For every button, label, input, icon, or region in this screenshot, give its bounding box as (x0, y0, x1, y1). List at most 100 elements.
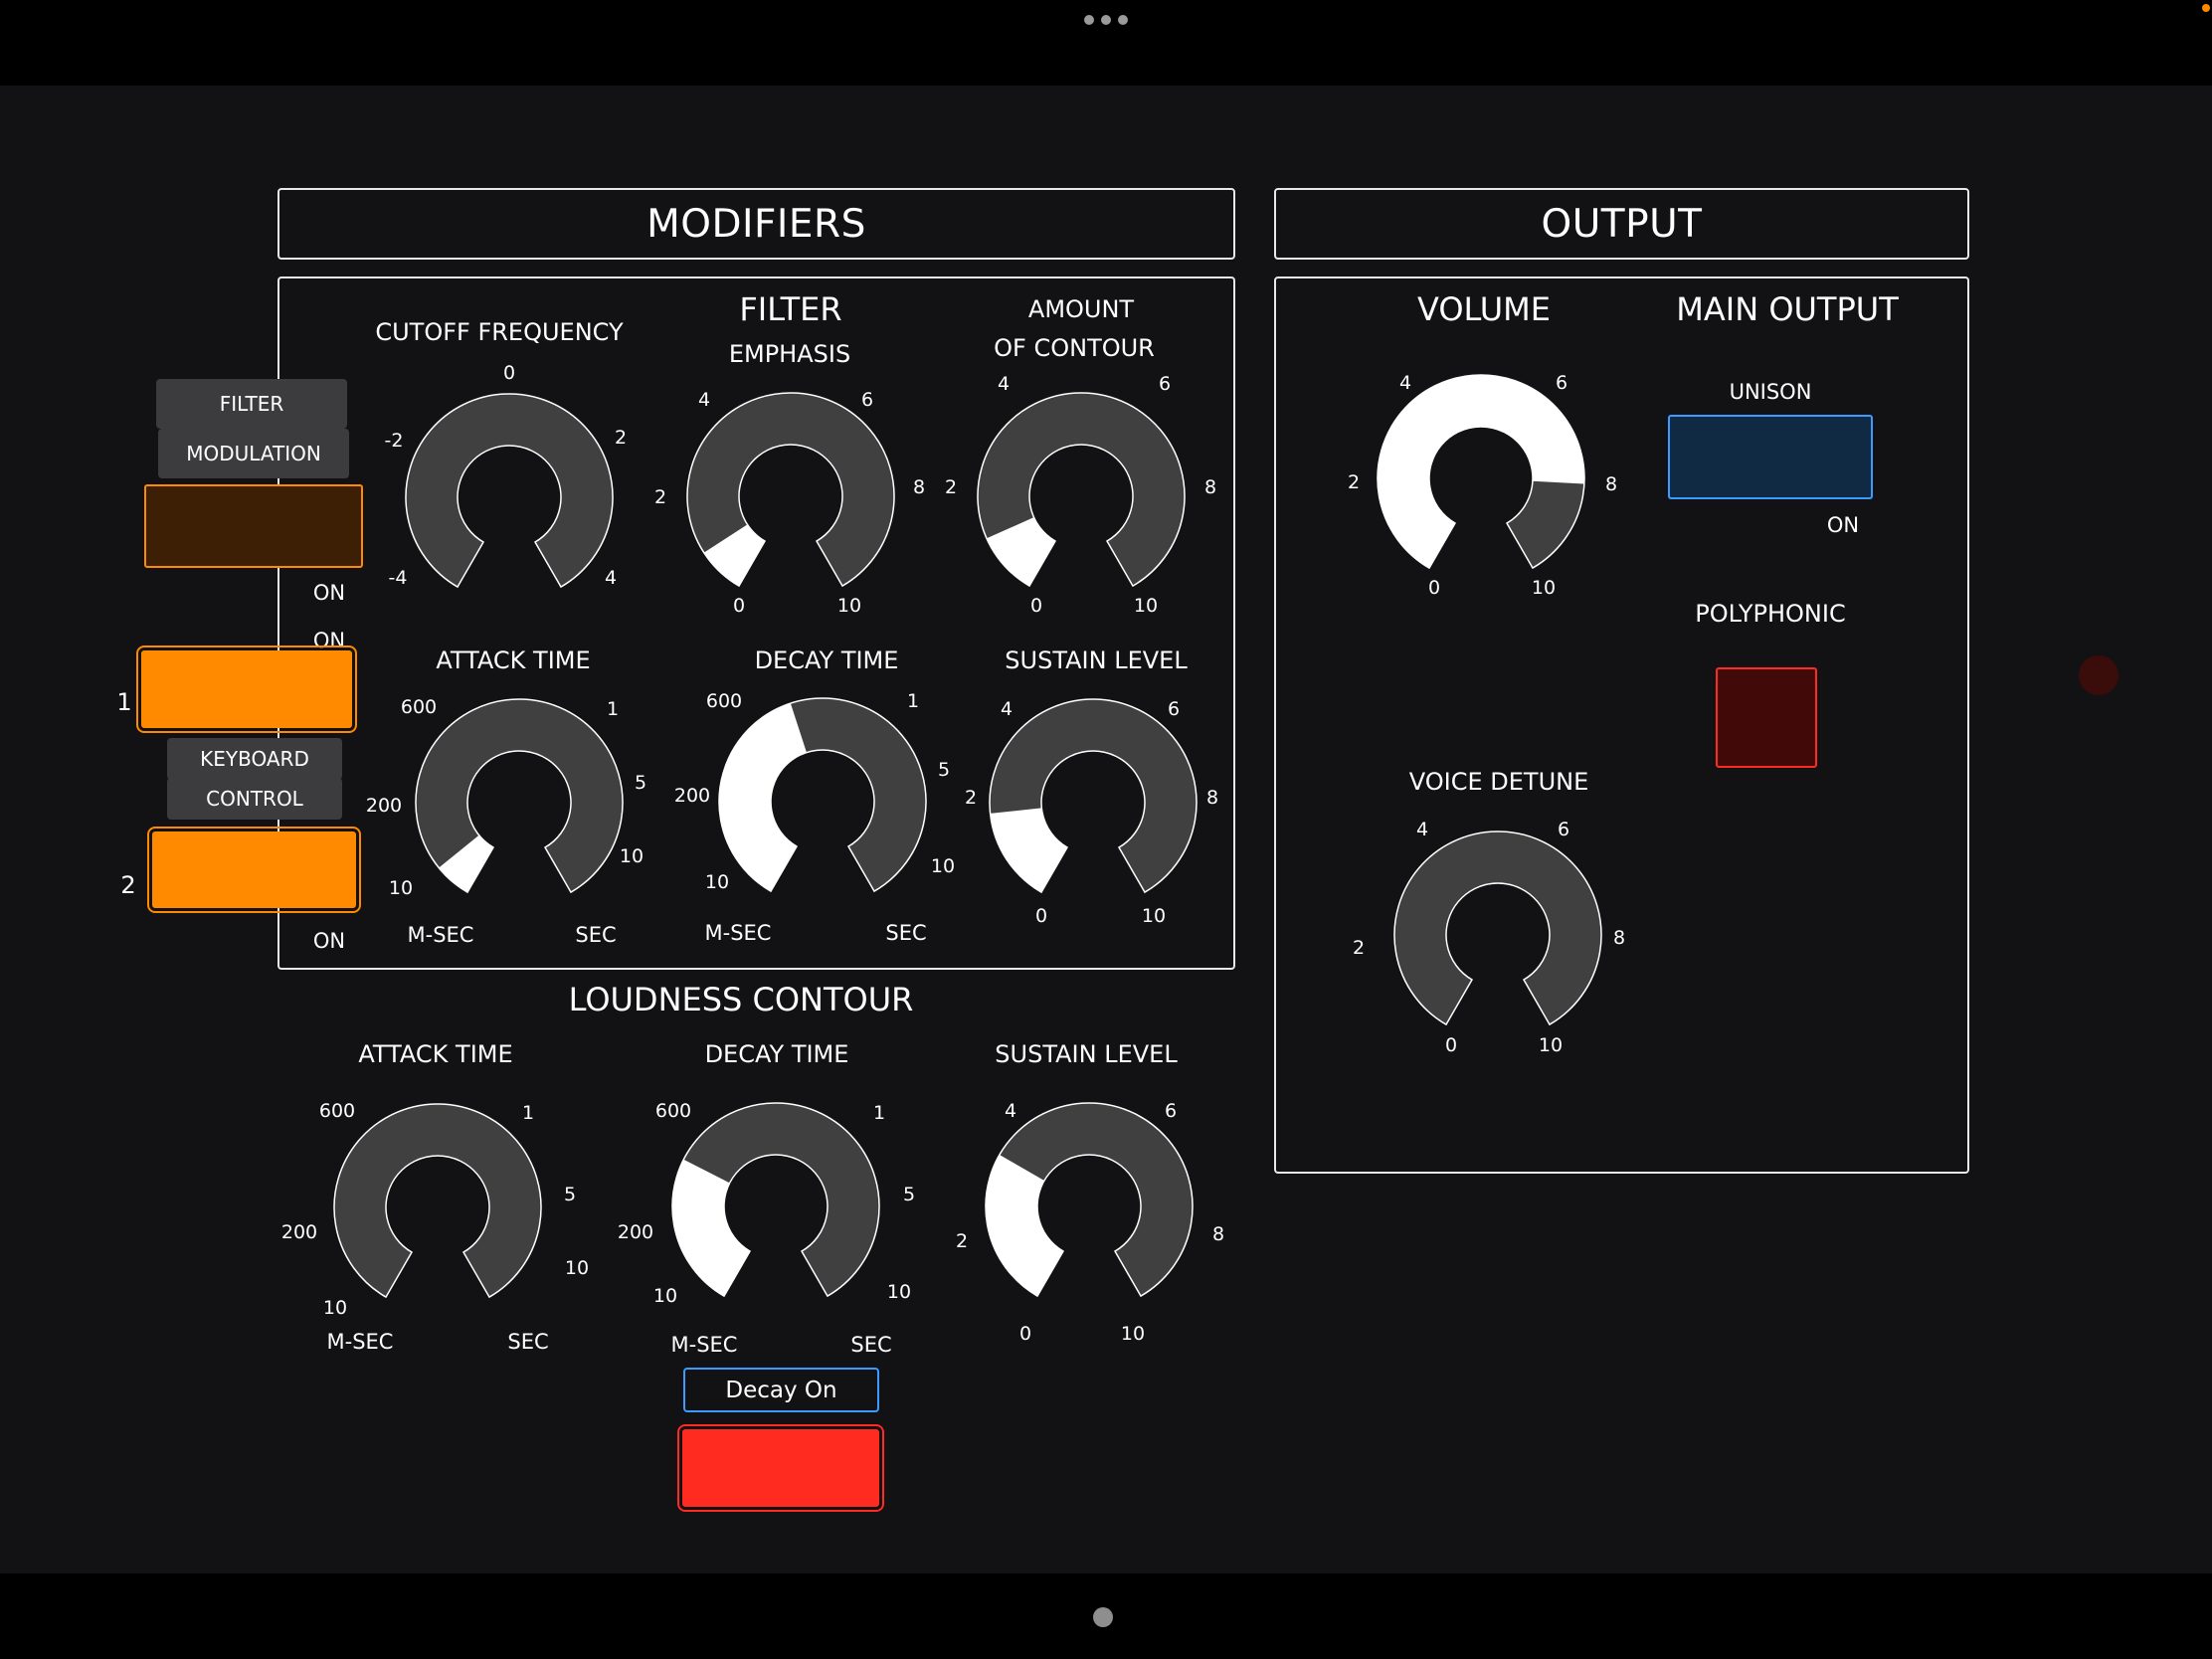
unit-label: M-SEC (326, 1330, 394, 1354)
filter-modulation-label-bottom: MODULATION (158, 429, 349, 478)
knob-dial[interactable] (328, 1098, 547, 1317)
volume-knob[interactable] (1372, 369, 1590, 588)
unit-label: M-SEC (670, 1333, 738, 1357)
tick: 4 (1415, 819, 1429, 840)
tick: 0 (1444, 1034, 1458, 1056)
tick: 10 (1141, 905, 1167, 927)
tick: 0 (502, 362, 516, 384)
tick: 2 (1352, 937, 1366, 959)
tick: 6 (1167, 698, 1181, 720)
knob-level-fill (986, 1155, 1063, 1297)
tick: 2 (955, 1230, 969, 1252)
loudness-attack-knob[interactable] (328, 1098, 547, 1317)
tick: 8 (1604, 473, 1618, 495)
tick: 200 (673, 785, 711, 807)
knob-level-fill (990, 808, 1067, 893)
tick: 1 (606, 698, 620, 720)
knob-dial[interactable] (984, 693, 1202, 912)
unit-label: SEC (507, 1330, 549, 1354)
tick: 2 (944, 476, 958, 498)
knob-dial[interactable] (713, 692, 932, 911)
filter-decay-knob[interactable] (713, 692, 932, 911)
emphasis-knob[interactable] (681, 387, 900, 606)
output-title: OUTPUT (1541, 201, 1703, 247)
tick: 4 (997, 373, 1011, 395)
multitasking-dots-icon[interactable] (1084, 15, 1128, 27)
volume-label: VOLUME (1417, 290, 1551, 328)
contour-amount-label-2: OF CONTOUR (994, 334, 1155, 362)
knob-dial[interactable] (681, 387, 900, 606)
keyboard-control-2-switch[interactable] (147, 827, 361, 913)
loudness-sustain-knob[interactable] (980, 1097, 1198, 1316)
tick: 5 (563, 1184, 577, 1205)
knob-dial[interactable] (1388, 826, 1607, 1044)
tick: 200 (280, 1221, 318, 1243)
tick: 10 (652, 1285, 678, 1307)
tick: 6 (1557, 819, 1570, 840)
tick: 5 (937, 759, 951, 781)
emphasis-label: EMPHASIS (728, 340, 851, 368)
tick: 4 (1004, 1100, 1017, 1122)
tick: 10 (322, 1297, 348, 1319)
filter-modulation-switch[interactable] (144, 484, 363, 568)
knob-dial[interactable] (666, 1097, 885, 1316)
loudness-decay-knob[interactable] (666, 1097, 885, 1316)
tick: 600 (318, 1100, 356, 1122)
unison-switch[interactable] (1668, 415, 1873, 499)
keyboard-control-1-switch[interactable] (136, 645, 357, 733)
polyphonic-switch[interactable] (1716, 667, 1817, 768)
tick: 10 (388, 877, 414, 899)
tick: 4 (697, 389, 711, 411)
keyboard-control-label-top: KEYBOARD (167, 738, 342, 780)
tick: 5 (902, 1184, 916, 1205)
tick: 200 (617, 1221, 654, 1243)
tick: 10 (836, 595, 862, 617)
tick: 2 (653, 486, 667, 508)
knob-dial[interactable] (1372, 369, 1590, 588)
tick: 1 (872, 1102, 886, 1124)
tick: 5 (634, 772, 647, 794)
filter-sustain-label: SUSTAIN LEVEL (1005, 646, 1188, 674)
tick: 2 (614, 427, 628, 449)
filter-attack-knob[interactable] (410, 693, 629, 912)
keyboard-1-number: 1 (116, 688, 132, 716)
filter-title: FILTER (739, 290, 842, 328)
unit-label: SEC (850, 1333, 892, 1357)
tick: 10 (1120, 1323, 1146, 1345)
tick: 6 (1164, 1100, 1178, 1122)
knob-dial[interactable] (400, 388, 619, 607)
recording-indicator-icon (2202, 4, 2210, 12)
tick: 0 (1034, 905, 1048, 927)
voice-detune-label: VOICE DETUNE (1408, 768, 1589, 796)
tick: 6 (1158, 373, 1172, 395)
cutoff-frequency-knob[interactable] (400, 388, 619, 607)
contour-amount-knob[interactable] (972, 387, 1191, 606)
filter-sustain-knob[interactable] (984, 693, 1202, 912)
home-indicator-icon[interactable] (1093, 1607, 1113, 1627)
tick: 600 (400, 696, 438, 718)
filter-modulation-on-label: ON (312, 581, 346, 605)
tick: 8 (1203, 476, 1217, 498)
tick: 10 (1133, 595, 1159, 617)
knob-dial[interactable] (410, 693, 629, 912)
tick: 1 (521, 1102, 535, 1124)
decay-switch[interactable] (677, 1424, 884, 1512)
decay-on-button[interactable]: Decay On (683, 1368, 879, 1412)
filter-attack-label: ATTACK TIME (436, 646, 591, 674)
knob-dial[interactable] (980, 1097, 1198, 1316)
voice-detune-knob[interactable] (1388, 826, 1607, 1044)
unit-label: M-SEC (704, 921, 772, 945)
tick: 10 (619, 845, 645, 867)
contour-amount-label-1: AMOUNT (1027, 295, 1135, 323)
tick: 600 (654, 1100, 692, 1122)
keyboard-1-on-label: ON (312, 629, 346, 652)
tick: 4 (604, 567, 618, 589)
tick: 200 (365, 795, 403, 817)
tick: 8 (1612, 927, 1626, 949)
loudness-decay-label: DECAY TIME (704, 1040, 849, 1068)
tick: 6 (1555, 372, 1568, 394)
cutoff-label: CUTOFF FREQUENCY (375, 318, 624, 346)
knob-dial[interactable] (972, 387, 1191, 606)
tick: 1 (906, 690, 920, 712)
knob-level-fill (672, 1159, 750, 1297)
